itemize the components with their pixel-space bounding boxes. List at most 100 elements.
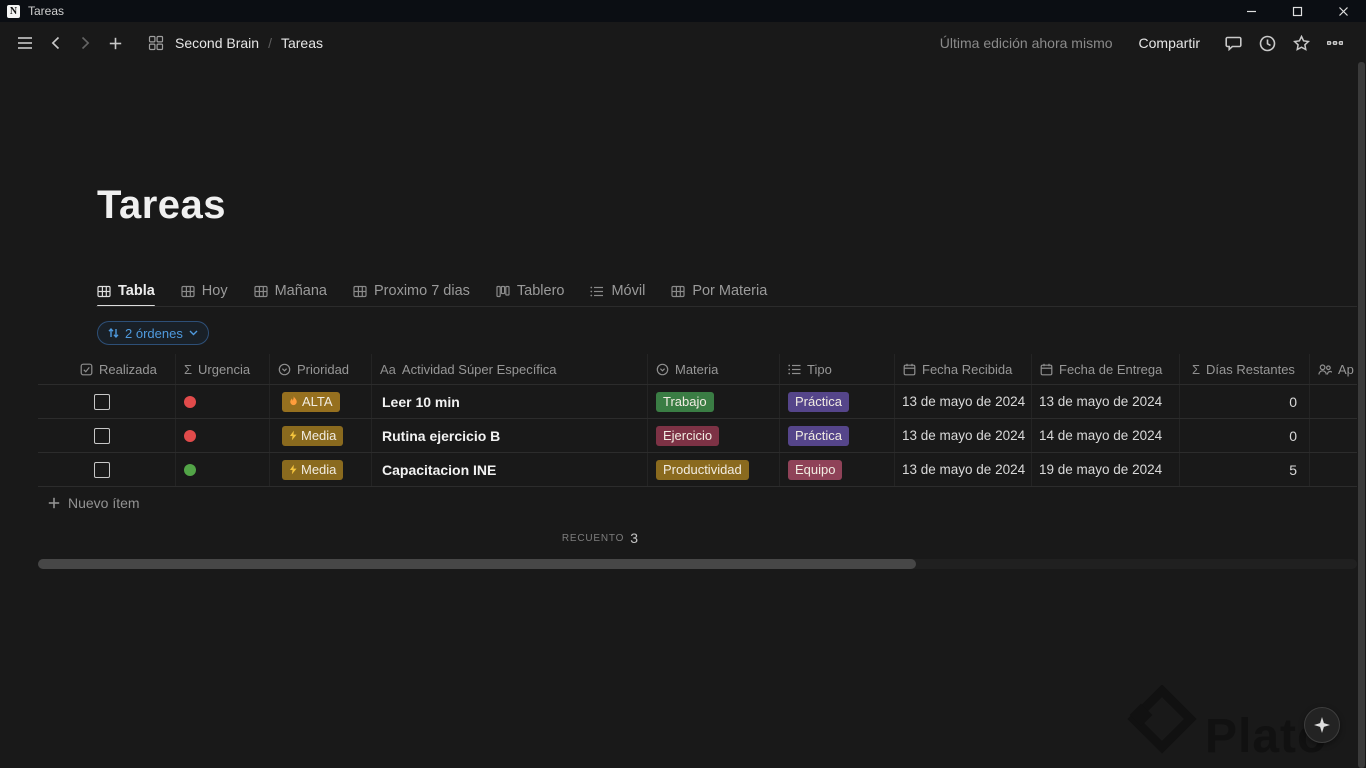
maximize-button[interactable]: [1274, 0, 1320, 22]
fecha-entrega-cell[interactable]: 14 de mayo de 2024: [1032, 419, 1180, 452]
actividad-cell[interactable]: Rutina ejercicio B: [372, 419, 648, 452]
flash-icon: [289, 464, 297, 475]
column-header-dias-restantes[interactable]: Σ Días Restantes: [1180, 354, 1310, 384]
prioridad-cell[interactable]: Media: [270, 419, 372, 452]
materia-cell[interactable]: Trabajo: [648, 385, 780, 418]
urgencia-cell[interactable]: [176, 419, 270, 452]
more-options-button[interactable]: [1322, 30, 1348, 56]
tag-label: Práctica: [795, 428, 842, 443]
urgencia-cell[interactable]: [176, 453, 270, 486]
tag-label: ALTA: [302, 394, 333, 409]
breadcrumb-parent[interactable]: Second Brain: [171, 33, 263, 53]
tipo-cell[interactable]: Práctica: [780, 419, 895, 452]
tab-tabla[interactable]: Tabla: [97, 276, 155, 307]
materia-tag: Ejercicio: [656, 425, 720, 446]
prioridad-cell[interactable]: ALTA: [270, 385, 372, 418]
column-header-realizada[interactable]: Realizada: [38, 354, 176, 384]
materia-cell[interactable]: Productividad: [648, 453, 780, 486]
apoyo-cell[interactable]: [1310, 419, 1357, 452]
column-header-actividad[interactable]: Aa Actividad Súper Específica: [372, 354, 648, 384]
updates-button[interactable]: [1254, 30, 1280, 56]
nav-back-button[interactable]: [42, 30, 68, 56]
date-value: 13 de mayo de 2024: [902, 428, 1026, 443]
row-checkbox[interactable]: [94, 427, 110, 444]
urgencia-cell[interactable]: [176, 385, 270, 418]
column-header-apoyo[interactable]: Ap: [1310, 354, 1357, 384]
dias-restantes-cell[interactable]: 5: [1180, 453, 1310, 486]
column-header-materia[interactable]: Materia: [648, 354, 780, 384]
priority-tag: Media: [282, 425, 344, 446]
tab-tablero[interactable]: Tablero: [496, 276, 564, 306]
column-header-fecha-recibida[interactable]: Fecha Recibida: [895, 354, 1032, 384]
row-checkbox[interactable]: [94, 393, 110, 410]
fecha-recibida-cell[interactable]: 13 de mayo de 2024: [895, 419, 1032, 452]
date-value: 13 de mayo de 2024: [902, 394, 1026, 409]
sort-arrows-icon: [108, 327, 119, 339]
column-label: Tipo: [807, 361, 832, 377]
tab-hoy[interactable]: Hoy: [181, 276, 228, 306]
horizontal-scrollbar-track[interactable]: [38, 559, 1357, 569]
task-title[interactable]: Capacitacion INE: [382, 462, 496, 478]
realizada-cell[interactable]: [38, 419, 176, 452]
tipo-cell[interactable]: Práctica: [780, 385, 895, 418]
tab-por-materia[interactable]: Por Materia: [671, 276, 767, 306]
tabs-divider: [96, 306, 1357, 307]
tab-label: Tabla: [118, 283, 155, 299]
date-value: 13 de mayo de 2024: [902, 462, 1026, 477]
sparkle-icon: [1314, 717, 1330, 733]
last-edited-status[interactable]: Última edición ahora mismo: [940, 35, 1113, 51]
tab-proximo-7-dias[interactable]: Proximo 7 dias: [353, 276, 470, 306]
dias-restantes-cell[interactable]: 0: [1180, 419, 1310, 452]
urgency-dot: [184, 395, 196, 408]
realizada-cell[interactable]: [38, 385, 176, 418]
tab-label: Proximo 7 dias: [374, 283, 470, 299]
new-item-button[interactable]: Nuevo ítem: [38, 487, 1357, 519]
fecha-entrega-cell[interactable]: 13 de mayo de 2024: [1032, 385, 1180, 418]
new-page-button[interactable]: [102, 30, 128, 56]
actividad-cell[interactable]: Capacitacion INE: [372, 453, 648, 486]
tab-manana[interactable]: Mañana: [253, 276, 327, 306]
table-footer-calc[interactable]: recuento 3: [38, 525, 648, 551]
fecha-recibida-cell[interactable]: 13 de mayo de 2024: [895, 385, 1032, 418]
actividad-cell[interactable]: Leer 10 min: [372, 385, 648, 418]
column-header-tipo[interactable]: Tipo: [780, 354, 895, 384]
toolbar: Second Brain / Tareas Última edición aho…: [0, 22, 1366, 64]
close-button[interactable]: [1320, 0, 1366, 22]
tab-movil[interactable]: Móvil: [590, 276, 645, 306]
share-button[interactable]: Compartir: [1133, 32, 1206, 54]
materia-cell[interactable]: Ejercicio: [648, 419, 780, 452]
breadcrumb-current[interactable]: Tareas: [277, 33, 327, 53]
breadcrumb-separator: /: [268, 35, 272, 51]
apoyo-cell[interactable]: [1310, 453, 1357, 486]
calc-value: 3: [630, 530, 638, 546]
tipo-cell[interactable]: Equipo: [780, 453, 895, 486]
tab-label: Hoy: [201, 283, 228, 299]
sidebar-menu-button[interactable]: [12, 30, 38, 56]
nav-forward-button[interactable]: [72, 30, 98, 56]
plus-icon: [109, 37, 121, 49]
column-header-urgencia[interactable]: Σ Urgencia: [176, 354, 270, 384]
close-icon: [1338, 6, 1348, 16]
fecha-entrega-cell[interactable]: 19 de mayo de 2024: [1032, 453, 1180, 486]
vertical-scrollbar-thumb[interactable]: [1358, 62, 1365, 768]
favorite-button[interactable]: [1288, 30, 1314, 56]
realizada-cell[interactable]: [38, 453, 176, 486]
sort-pill[interactable]: 2 órdenes: [97, 321, 209, 345]
task-title[interactable]: Rutina ejercicio B: [382, 428, 500, 444]
watermark-logo: [1127, 685, 1197, 754]
horizontal-scrollbar-thumb[interactable]: [38, 559, 916, 569]
list-icon: [590, 286, 604, 296]
plus-icon: [48, 497, 60, 509]
column-header-fecha-entrega[interactable]: Fecha de Entrega: [1032, 354, 1180, 384]
comments-button[interactable]: [1220, 30, 1246, 56]
row-checkbox[interactable]: [94, 461, 110, 478]
dias-restantes-cell[interactable]: 0: [1180, 385, 1310, 418]
column-header-prioridad[interactable]: Prioridad: [270, 354, 372, 384]
fecha-recibida-cell[interactable]: 13 de mayo de 2024: [895, 453, 1032, 486]
apoyo-cell[interactable]: [1310, 385, 1357, 418]
minimize-button[interactable]: [1228, 0, 1274, 22]
chevron-down-icon: [189, 330, 198, 336]
ai-assistant-button[interactable]: [1304, 707, 1340, 743]
prioridad-cell[interactable]: Media: [270, 453, 372, 486]
task-title[interactable]: Leer 10 min: [382, 394, 460, 410]
